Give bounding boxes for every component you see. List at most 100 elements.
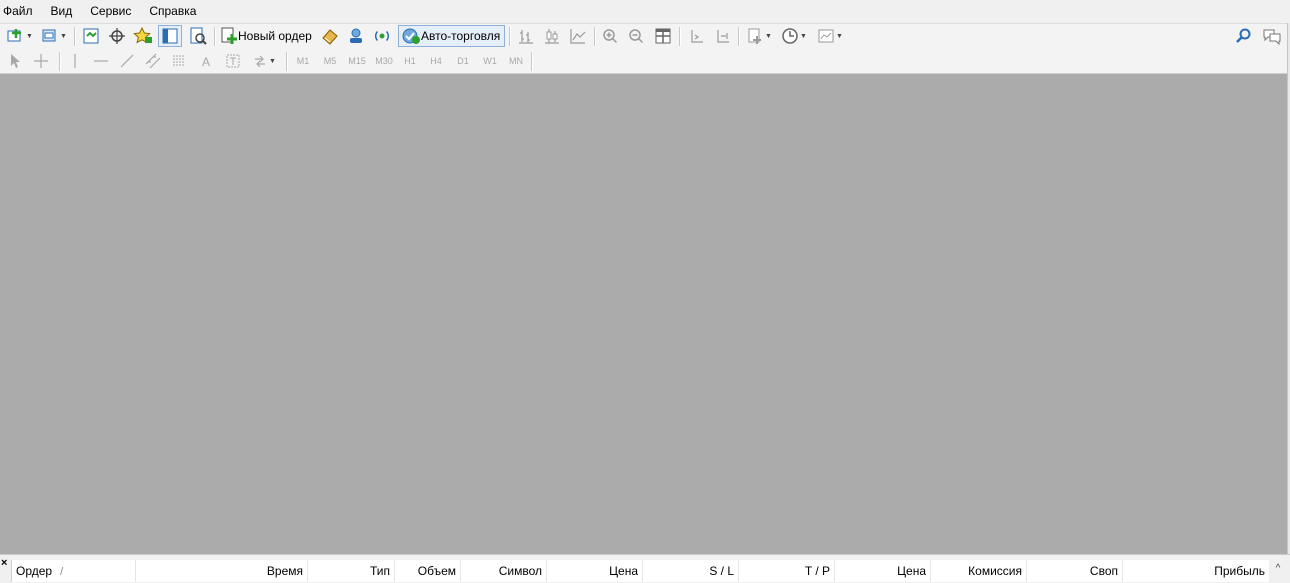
column-header-open-price[interactable]: Цена: [547, 560, 643, 582]
timeframe-d1[interactable]: D1: [452, 53, 474, 69]
toolbar-separator: [59, 52, 61, 71]
chevron-down-icon: ▼: [836, 32, 843, 40]
timeframe-m30[interactable]: M30: [372, 53, 396, 69]
chat-button[interactable]: [1259, 25, 1285, 47]
profiles-icon: [42, 29, 56, 42]
scroll-up-arrow-icon[interactable]: ^: [1269, 560, 1287, 582]
templates-button[interactable]: ▼: [814, 25, 846, 47]
column-header-stop-loss[interactable]: S / L: [643, 560, 739, 582]
column-header-type[interactable]: Тип: [308, 560, 395, 582]
search-button[interactable]: [1232, 25, 1254, 47]
toolbar-separator: [509, 27, 511, 46]
horizontal-line-tool-button[interactable]: [90, 50, 112, 72]
new-order-label: Новый ордер: [238, 29, 312, 43]
profiles-button[interactable]: ▼: [39, 25, 69, 47]
autotrading-icon: [402, 28, 420, 44]
zoom-out-icon: [629, 29, 644, 44]
timeframe-m1[interactable]: M1: [292, 53, 314, 69]
column-header-symbol[interactable]: Символ: [461, 560, 547, 582]
text-a-icon: A: [202, 55, 210, 69]
market-button[interactable]: [370, 25, 394, 47]
timeframe-m5[interactable]: M5: [319, 53, 341, 69]
toolbar-separator: [679, 27, 681, 46]
autotrading-button[interactable]: Авто-торговля: [398, 25, 505, 47]
column-header-order[interactable]: Ордер /: [12, 560, 136, 582]
timeframe-h1[interactable]: H1: [399, 53, 421, 69]
line-chart-icon: [570, 29, 586, 44]
chart-shift-icon: [691, 30, 703, 43]
terminal-window-icon: [162, 28, 178, 44]
terminal-button[interactable]: [158, 25, 182, 47]
fibonacci-tool-button[interactable]: [168, 50, 190, 72]
market-watch-icon: [83, 28, 99, 44]
menu-tools[interactable]: Сервис: [84, 0, 137, 23]
column-header-volume[interactable]: Объем: [395, 560, 461, 582]
timeframe-h4[interactable]: H4: [425, 53, 447, 69]
trendline-tool-button[interactable]: [116, 50, 138, 72]
crosshair-icon: [34, 54, 48, 68]
metaeditor-book-icon: [322, 29, 338, 45]
chart-workspace[interactable]: [0, 74, 1287, 554]
channel-tool-button[interactable]: [142, 50, 164, 72]
text-tool-button[interactable]: A: [196, 50, 218, 72]
tile-windows-button[interactable]: [652, 25, 674, 47]
close-icon[interactable]: ×: [1, 558, 7, 569]
equidistant-channel-icon: [145, 53, 161, 69]
indicators-icon: [748, 28, 762, 44]
vertical-line-icon: [74, 54, 76, 68]
timeframe-m15[interactable]: M15: [345, 53, 369, 69]
market-watch-button[interactable]: [80, 25, 102, 47]
strategy-tester-button[interactable]: [186, 25, 210, 47]
column-header-current-price[interactable]: Цена: [835, 560, 931, 582]
autoscroll-icon: [717, 30, 729, 43]
arrows-icon: [255, 55, 266, 68]
menu-file[interactable]: Файл: [0, 0, 39, 23]
toolbar-separator: [594, 27, 596, 46]
star-folder-icon: [133, 27, 152, 44]
menu-bar: Файл Вид Сервис Справка: [0, 0, 1290, 23]
zoom-out-button[interactable]: [625, 25, 647, 47]
column-header-time[interactable]: Время: [136, 560, 308, 582]
periods-button[interactable]: ▼: [778, 25, 810, 47]
column-header-swap[interactable]: Своп: [1027, 560, 1123, 582]
line-chart-button[interactable]: [567, 25, 589, 47]
trendline-icon: [120, 54, 134, 68]
bar-chart-button[interactable]: [515, 25, 537, 47]
zoom-in-icon: [603, 29, 618, 44]
toolbar-separator: [74, 27, 76, 46]
candlestick-button[interactable]: [541, 25, 563, 47]
new-chart-button[interactable]: ▼: [5, 25, 35, 47]
menu-help[interactable]: Справка: [143, 0, 202, 23]
autotrading-label: Авто-торговля: [421, 29, 501, 43]
text-label-icon: [226, 54, 240, 68]
chart-shift-button[interactable]: [685, 25, 707, 47]
svg-text:A: A: [202, 55, 210, 69]
signals-button[interactable]: [344, 25, 368, 47]
toolbar-separator: [214, 27, 216, 46]
cursor-tool-button[interactable]: [4, 50, 26, 72]
data-window-button[interactable]: [106, 25, 128, 47]
timeframe-w1[interactable]: W1: [479, 53, 501, 69]
sort-indicator-icon: /: [60, 566, 64, 578]
new-order-button[interactable]: Новый ордер: [220, 25, 314, 47]
metaeditor-button[interactable]: [318, 25, 342, 47]
new-order-icon: [221, 27, 237, 44]
vertical-line-tool-button[interactable]: [64, 50, 86, 72]
column-header-commission[interactable]: Комиссия: [931, 560, 1027, 582]
navigator-button[interactable]: [132, 25, 154, 47]
templates-icon: [818, 29, 834, 43]
zoom-in-button[interactable]: [599, 25, 621, 47]
column-header-profit[interactable]: Прибыль: [1123, 560, 1269, 582]
menu-view[interactable]: Вид: [45, 0, 79, 23]
timeframe-mn[interactable]: MN: [505, 53, 527, 69]
horizontal-line-icon: [94, 60, 108, 62]
toolbar-separator: [738, 27, 740, 46]
crosshair-tool-button[interactable]: [30, 50, 52, 72]
autoscroll-button[interactable]: [711, 25, 733, 47]
toolbar-separator: [286, 52, 288, 71]
text-label-tool-button[interactable]: [222, 50, 244, 72]
arrows-tool-button[interactable]: ▼: [250, 50, 278, 72]
column-header-take-profit[interactable]: T / P: [739, 560, 835, 582]
indicators-button[interactable]: ▼: [744, 25, 774, 47]
chevron-down-icon: ▼: [800, 32, 807, 40]
